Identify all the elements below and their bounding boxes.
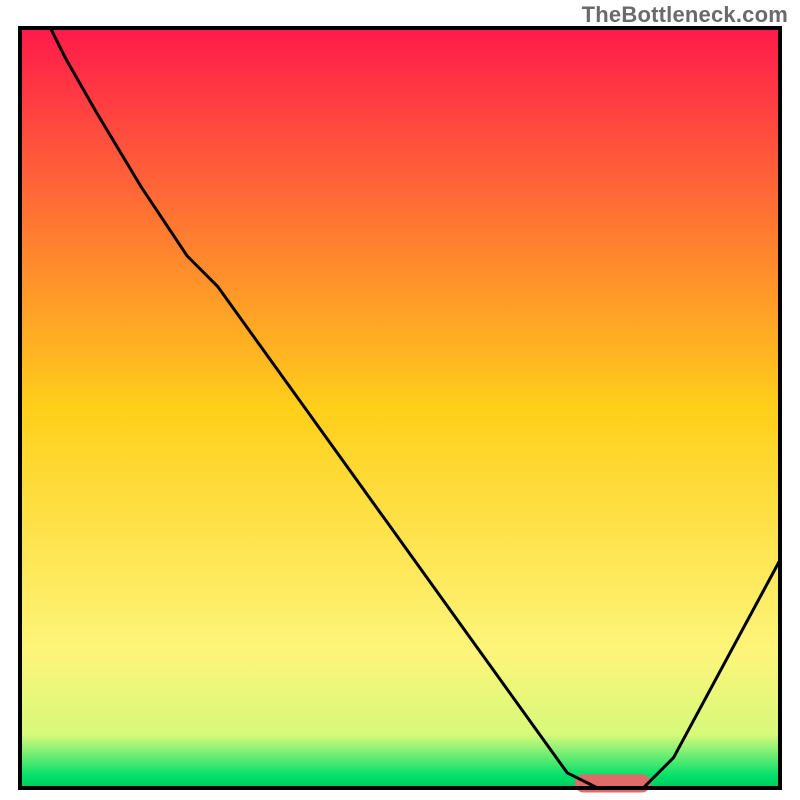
bottleneck-chart <box>0 0 800 800</box>
chart-container: TheBottleneck.com <box>0 0 800 800</box>
gradient-background <box>20 28 780 788</box>
